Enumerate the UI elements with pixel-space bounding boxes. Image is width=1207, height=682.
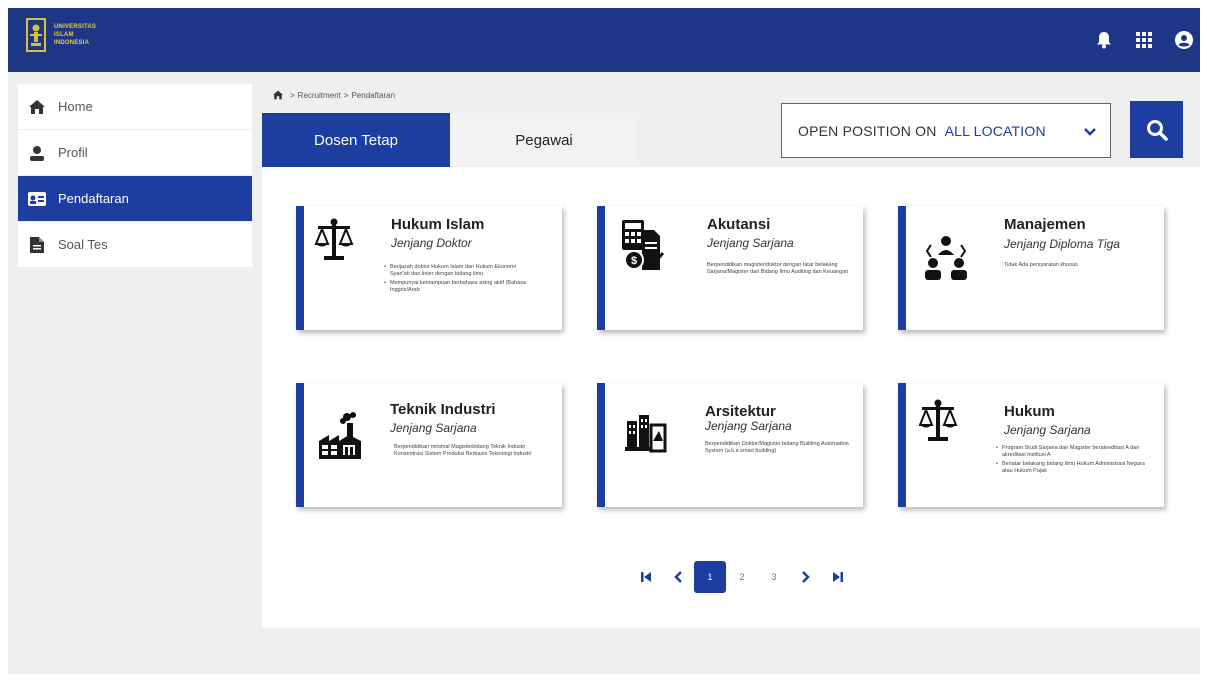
scale-icon [310, 216, 358, 264]
logo-text: UNIVERSITAS ISLAM INDONESIA [54, 23, 96, 47]
scale-icon [914, 397, 962, 445]
breadcrumb: > Recruitment > Pendaftaran [272, 90, 395, 100]
card-title: Arsitektur [705, 403, 776, 420]
user-icon [28, 144, 46, 162]
app-frame: UNIVERSITAS ISLAM INDONESIA Home Profil … [8, 8, 1200, 674]
account-circle-icon[interactable] [1174, 30, 1194, 50]
location-dropdown[interactable]: OPEN POSITION ON ALL LOCATION [781, 103, 1111, 158]
card-level: Jenjang Diploma Tiga [1004, 237, 1120, 251]
last-page-icon[interactable] [822, 561, 854, 593]
job-card-akutansi[interactable]: $ Akutansi Jenjang Sarjana Berpendidikan… [597, 206, 863, 330]
card-level: Jenjang Sarjana [1004, 423, 1091, 437]
sidebar-item-label: Profil [58, 145, 88, 160]
requirement-item: Berlatar belakang bidang Ilmu Hukum Admi… [996, 461, 1146, 475]
breadcrumb-recruitment[interactable]: Recruitment [298, 91, 341, 100]
sidebar-item-soal-tes[interactable]: Soal Tes [18, 222, 252, 268]
breadcrumb-home-icon[interactable] [272, 90, 284, 100]
card-title: Manajemen [1004, 216, 1086, 233]
card-level: Jenjang Sarjana [390, 421, 477, 435]
chevron-down-icon [1084, 124, 1096, 140]
first-page-icon[interactable] [630, 561, 662, 593]
notification-bell-icon[interactable] [1094, 30, 1114, 50]
job-card-arsitektur[interactable]: Arsitektur Jenjang Sarjana Berpendidikan… [597, 383, 863, 507]
logo-emblem-icon [26, 18, 46, 52]
card-level: Jenjang Sarjana [707, 236, 794, 250]
card-requirements: Berijazah doktor Hukum Islam dan Hukum E… [384, 264, 534, 296]
accounting-icon: $ [619, 220, 667, 270]
requirement-item: Mempunyai kemampuan berbahasa asing akti… [384, 280, 534, 294]
management-icon [922, 234, 970, 282]
requirement-item: Berijazah doktor Hukum Islam dan Hukum E… [384, 264, 534, 278]
breadcrumb-pendaftaran: Pendaftaran [351, 90, 396, 100]
previous-page-icon[interactable] [662, 561, 694, 593]
search-icon [1146, 119, 1168, 141]
sidebar-item-profil[interactable]: Profil [18, 130, 252, 176]
card-level: Jenjang Doktor [391, 236, 472, 250]
tab-dosen-tetap[interactable]: Dosen Tetap [262, 113, 450, 167]
requirement-item: Program Studi Sarjana dan Magister berak… [996, 445, 1146, 459]
card-description: Berpendidikan magister/doktor dengan lat… [707, 262, 849, 275]
logo-line-3: INDONESIA [54, 40, 90, 46]
pagination: 1 2 3 [630, 561, 854, 593]
card-description: Berpendidikan minimal Magisterbidang Tek… [394, 444, 532, 457]
sidebar-item-pendaftaran[interactable]: Pendaftaran [18, 176, 252, 222]
position-tabs: Dosen Tetap Pegawai [262, 113, 638, 167]
sidebar-item-label: Soal Tes [58, 237, 108, 252]
card-requirements: Program Studi Sarjana dan Magister berak… [996, 445, 1146, 477]
search-button[interactable] [1130, 101, 1183, 158]
home-icon [28, 98, 46, 116]
job-card-hukum[interactable]: Hukum Jenjang Sarjana Program Studi Sarj… [898, 383, 1164, 507]
architecture-icon [623, 409, 671, 457]
breadcrumb-separator: > [290, 90, 295, 100]
sidebar: Home Profil Pendaftaran Soal Tes [18, 84, 252, 268]
card-title: Akutansi [707, 216, 771, 233]
id-card-icon [28, 190, 46, 208]
sidebar-item-label: Pendaftaran [58, 191, 129, 206]
card-description: Berpendidikan Doktor/Magister bidang Bui… [705, 441, 849, 454]
card-title: Hukum [1004, 403, 1055, 420]
card-title: Hukum Islam [391, 216, 485, 233]
location-label: OPEN POSITION ON [798, 122, 937, 139]
logo-line-2: ISLAM [54, 32, 74, 38]
apps-grid-icon[interactable] [1134, 30, 1154, 50]
university-logo[interactable]: UNIVERSITAS ISLAM INDONESIA [26, 18, 96, 52]
location-value: ALL LOCATION [944, 122, 1046, 139]
page-3-button[interactable]: 3 [758, 561, 790, 593]
top-bar-actions [1094, 30, 1194, 50]
job-card-teknik-industri[interactable]: Teknik Industri Jenjang Sarjana Berpendi… [296, 383, 562, 507]
next-page-icon[interactable] [790, 561, 822, 593]
page-2-button[interactable]: 2 [726, 561, 758, 593]
logo-line-1: UNIVERSITAS [54, 24, 97, 30]
card-level: Jenjang Sarjana [705, 419, 792, 433]
tab-pegawai[interactable]: Pegawai [450, 113, 638, 167]
sidebar-item-home[interactable]: Home [18, 84, 252, 130]
breadcrumb-separator: > [343, 90, 349, 100]
sidebar-item-label: Home [58, 99, 93, 114]
top-bar: UNIVERSITAS ISLAM INDONESIA [8, 8, 1200, 72]
job-card-hukum-islam[interactable]: Hukum Islam Jenjang Doktor Berijazah dok… [296, 206, 562, 330]
document-icon [28, 236, 46, 254]
factory-icon [316, 411, 364, 459]
svg-text:$: $ [631, 255, 637, 267]
page-1-button[interactable]: 1 [694, 561, 726, 593]
card-description: Tidak Ada persyaratan khusus [1004, 262, 1078, 268]
card-title: Teknik Industri [390, 401, 496, 418]
job-card-manajemen[interactable]: Manajemen Jenjang Diploma Tiga Tidak Ada… [898, 206, 1164, 330]
